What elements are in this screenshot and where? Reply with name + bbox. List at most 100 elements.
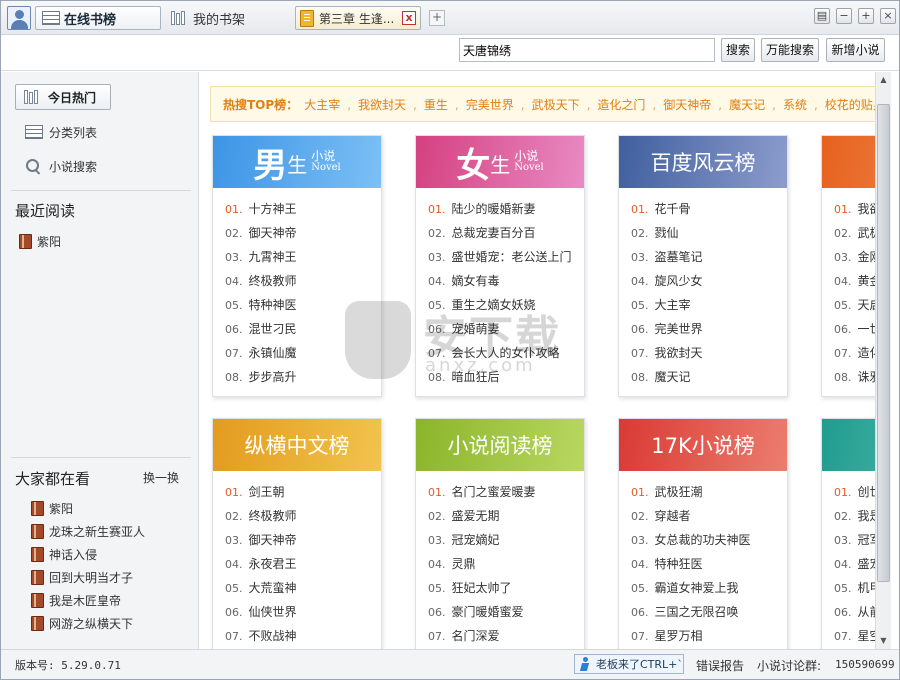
ranking-list-item[interactable]: 04. 特种狂医 (631, 555, 787, 579)
hot-keyword-link[interactable]: 魔天记 (729, 98, 765, 112)
ranking-list-item[interactable]: 05. 大荒蛮神 (225, 579, 381, 603)
ranking-list-item[interactable]: 04. 永夜君王 (225, 555, 381, 579)
ranking-list-item[interactable]: 06. 宠婚萌妻 (428, 320, 584, 344)
ranking-list-item[interactable]: 07. 星空 (834, 627, 875, 649)
hot-keyword-link[interactable]: 我欲封天 (358, 98, 406, 112)
tab-my-bookshelf[interactable]: 我的书架 (165, 6, 255, 30)
vertical-scrollbar[interactable]: ▲ ▼ (875, 72, 891, 649)
ranking-card-header[interactable]: 小说阅读榜 (416, 419, 584, 471)
minimize-icon[interactable]: − (836, 8, 852, 24)
ranking-list-item[interactable]: 08. 魔天记 (631, 368, 787, 392)
ranking-card-header[interactable]: 17K小说榜 (619, 419, 787, 471)
recent-book-item[interactable]: 紫阳 (19, 231, 61, 251)
ranking-list-item[interactable]: 02. 御天神帝 (225, 224, 381, 248)
add-novel-button[interactable]: 新增小说 (826, 38, 885, 62)
ranking-list-item[interactable]: 07. 不败战神 (225, 627, 381, 649)
maximize-icon[interactable]: + (858, 8, 874, 24)
ranking-card-header[interactable]: 起点 (822, 136, 875, 188)
hot-keyword-link[interactable]: 大主宰 (304, 98, 340, 112)
scroll-up-icon[interactable]: ▲ (876, 72, 891, 88)
ranking-list-item[interactable]: 03. 盛世婚宠：老公送上门 (428, 248, 584, 272)
ranking-list-item[interactable]: 07. 我欲封天 (631, 344, 787, 368)
ranking-card-header[interactable]: 百度风云榜 (619, 136, 787, 188)
ranking-list-item[interactable]: 05. 大主宰 (631, 296, 787, 320)
ranking-list-item[interactable]: 04. 黄金 (834, 272, 875, 296)
ranking-list-item[interactable]: 02. 穿越者 (631, 507, 787, 531)
hot-keyword-link[interactable]: 御天神帝 (663, 98, 711, 112)
popular-book-item[interactable]: 回到大明当才子 (31, 567, 133, 587)
ranking-list-item[interactable]: 03. 御天神帝 (225, 531, 381, 555)
ranking-list-item[interactable]: 02. 武极 (834, 224, 875, 248)
ranking-list-item[interactable]: 04. 嫡女有毒 (428, 272, 584, 296)
ranking-list-item[interactable]: 03. 九霄神王 (225, 248, 381, 272)
close-tab-icon[interactable]: x (402, 11, 416, 25)
ranking-list-item[interactable]: 02. 终极教师 (225, 507, 381, 531)
hot-keyword-link[interactable]: 系统 (783, 98, 807, 112)
ranking-list-item[interactable]: 03. 金刚 (834, 248, 875, 272)
swap-button[interactable]: 换一换 (143, 469, 179, 486)
ranking-list-item[interactable]: 07. 名门深爱 (428, 627, 584, 649)
ranking-list-item[interactable]: 01. 陆少的暖婚新妻 (428, 200, 584, 224)
ranking-list-item[interactable]: 05. 重生之嫡女妖娆 (428, 296, 584, 320)
close-window-icon[interactable]: × (880, 8, 896, 24)
sidebar-item-category[interactable]: 分类列表 (25, 122, 97, 142)
ranking-list-item[interactable]: 08. 暗血狂后 (428, 368, 584, 392)
ranking-list-item[interactable]: 01. 名门之蜜爱暖妻 (428, 483, 584, 507)
popular-book-item[interactable]: 网游之纵横天下 (31, 613, 133, 633)
search-input[interactable] (459, 38, 715, 62)
new-tab-button[interactable]: + (429, 10, 445, 26)
hot-keyword-link[interactable]: 完美世界 (466, 98, 514, 112)
ranking-list-item[interactable]: 06. 一世 (834, 320, 875, 344)
ranking-list-item[interactable]: 01. 武极狂潮 (631, 483, 787, 507)
ranking-list-item[interactable]: 03. 冠宠嫡妃 (428, 531, 584, 555)
ranking-list-item[interactable]: 06. 三国之无限召唤 (631, 603, 787, 627)
ranking-list-item[interactable]: 06. 从前 (834, 603, 875, 627)
ranking-list-item[interactable]: 06. 完美世界 (631, 320, 787, 344)
ranking-list-item[interactable]: 01. 创世 (834, 483, 875, 507)
scrollbar-thumb[interactable] (877, 104, 890, 582)
hot-keyword-link[interactable]: 校花的贴身高 (825, 98, 875, 112)
ranking-list-item[interactable]: 03. 盗墓笔记 (631, 248, 787, 272)
ranking-list-item[interactable]: 07. 造化 (834, 344, 875, 368)
ranking-list-item[interactable]: 04. 盛宠 (834, 555, 875, 579)
hot-keyword-link[interactable]: 武极天下 (532, 98, 580, 112)
ranking-list-item[interactable]: 01. 花千骨 (631, 200, 787, 224)
boss-key-button[interactable]: 老板来了CTRL+` (574, 654, 684, 674)
ranking-list-item[interactable]: 07. 会长大人的女仆攻略 (428, 344, 584, 368)
hot-keyword-link[interactable]: 造化之门 (597, 98, 645, 112)
ranking-card-header[interactable]: 创世 (822, 419, 875, 471)
hot-keyword-link[interactable]: 重生 (424, 98, 448, 112)
ranking-list-item[interactable]: 06. 仙侠世界 (225, 603, 381, 627)
ranking-list-item[interactable]: 02. 总裁宠妻百分百 (428, 224, 584, 248)
ranking-card-header[interactable]: 女生小说 Novel (416, 136, 584, 188)
popular-book-item[interactable]: 神话入侵 (31, 544, 97, 564)
today-hot-button[interactable]: 今日热门 (15, 84, 111, 110)
ranking-list-item[interactable]: 08. 步步高升 (225, 368, 381, 392)
ranking-list-item[interactable]: 08. 诛邪 (834, 368, 875, 392)
ranking-list-item[interactable]: 06. 豪门暖婚蜜爱 (428, 603, 584, 627)
sidebar-item-novel-search[interactable]: 小说搜索 (25, 156, 97, 176)
universal-search-button[interactable]: 万能搜索 (761, 38, 819, 62)
ranking-list-item[interactable]: 04. 终极教师 (225, 272, 381, 296)
ranking-list-item[interactable]: 02. 戮仙 (631, 224, 787, 248)
ranking-card-header[interactable]: 男生小说 Novel (213, 136, 381, 188)
ranking-list-item[interactable]: 04. 旋风少女 (631, 272, 787, 296)
ranking-card-header[interactable]: 纵横中文榜 (213, 419, 381, 471)
scroll-down-icon[interactable]: ▼ (876, 633, 891, 649)
ranking-list-item[interactable]: 04. 灵鼎 (428, 555, 584, 579)
ranking-list-item[interactable]: 05. 机甲 (834, 579, 875, 603)
popular-book-item[interactable]: 我是木匠皇帝 (31, 590, 121, 610)
ranking-list-item[interactable]: 05. 霸道女神爱上我 (631, 579, 787, 603)
ranking-list-item[interactable]: 05. 天启 (834, 296, 875, 320)
ranking-list-item[interactable]: 01. 我欲 (834, 200, 875, 224)
error-report-link[interactable]: 错误报告 (696, 657, 744, 674)
ranking-list-item[interactable]: 03. 冠军 (834, 531, 875, 555)
tab-online-booklist[interactable]: 在线书榜 (35, 6, 161, 30)
tab-reading-chapter[interactable]: 第三章 生逢... x (295, 6, 421, 30)
ranking-list-item[interactable]: 07. 星罗万相 (631, 627, 787, 649)
ranking-list-item[interactable]: 06. 混世刁民 (225, 320, 381, 344)
ranking-list-item[interactable]: 02. 盛爱无期 (428, 507, 584, 531)
ranking-list-item[interactable]: 02. 我是 (834, 507, 875, 531)
ranking-list-item[interactable]: 03. 女总裁的功夫神医 (631, 531, 787, 555)
ranking-list-item[interactable]: 01. 十方神王 (225, 200, 381, 224)
